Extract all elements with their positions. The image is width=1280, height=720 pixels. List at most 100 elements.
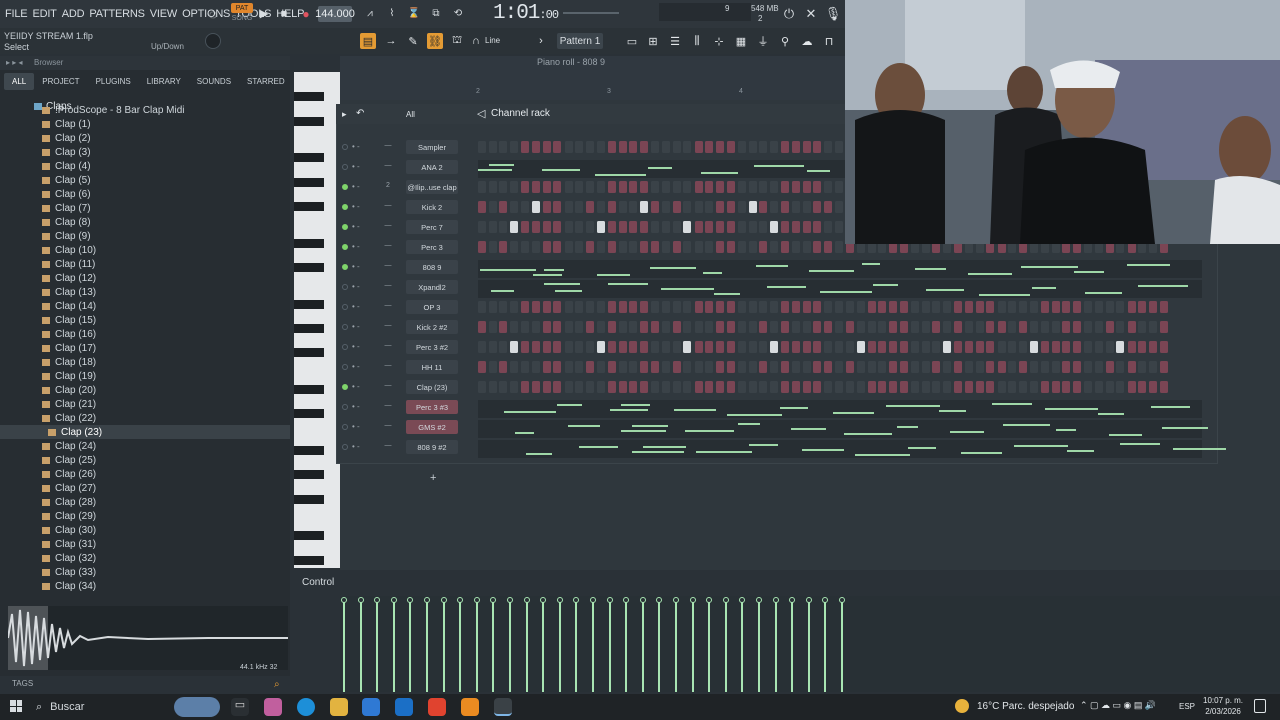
- step-button[interactable]: [586, 221, 594, 233]
- step-button[interactable]: [640, 221, 648, 233]
- step-button[interactable]: [1073, 341, 1081, 353]
- browser-item[interactable]: Clap (33): [0, 565, 290, 579]
- step-button[interactable]: [596, 221, 605, 233]
- channel-pan-vol[interactable]: • -: [352, 422, 360, 431]
- step-button[interactable]: [748, 141, 757, 153]
- channel-track-number[interactable]: —: [381, 222, 395, 232]
- step-button[interactable]: [791, 241, 800, 253]
- step-button[interactable]: [510, 321, 519, 333]
- step-button[interactable]: [813, 141, 822, 153]
- step-button[interactable]: [564, 321, 573, 333]
- step-button[interactable]: [802, 381, 811, 393]
- step-button[interactable]: [499, 181, 508, 193]
- step-button[interactable]: [651, 201, 660, 213]
- step-button[interactable]: [748, 361, 757, 373]
- piano-keyboard[interactable]: [294, 72, 340, 568]
- step-button[interactable]: [651, 341, 660, 353]
- step-button[interactable]: [542, 341, 551, 353]
- step-button[interactable]: [769, 321, 778, 333]
- step-button[interactable]: [1084, 361, 1093, 373]
- browser-item[interactable]: Clap (31): [0, 537, 290, 551]
- step-button[interactable]: [521, 381, 530, 393]
- step-button[interactable]: [965, 341, 973, 353]
- step-button[interactable]: [564, 241, 573, 253]
- step-button[interactable]: [1148, 321, 1157, 333]
- step-button[interactable]: [1084, 341, 1093, 353]
- step-button[interactable]: [596, 181, 605, 193]
- step-button[interactable]: [1105, 301, 1114, 313]
- step-button[interactable]: [499, 301, 508, 313]
- velocity-handle[interactable]: [407, 597, 414, 603]
- step-sequencer-row[interactable]: [478, 341, 1198, 353]
- step-button[interactable]: [553, 241, 562, 253]
- channel-name-button[interactable]: HH 11: [406, 360, 458, 374]
- step-button[interactable]: [1062, 361, 1071, 373]
- step-button[interactable]: [683, 361, 692, 373]
- step-button[interactable]: [1040, 381, 1049, 393]
- velocity-bar[interactable]: [841, 600, 843, 692]
- step-button[interactable]: [607, 201, 616, 213]
- step-button[interactable]: [878, 361, 887, 373]
- browser-item[interactable]: Clap (2): [0, 131, 290, 145]
- step-button[interactable]: [661, 201, 670, 213]
- piano-black-key[interactable]: [294, 116, 324, 126]
- step-button[interactable]: [726, 341, 735, 353]
- step-button[interactable]: [975, 361, 984, 373]
- step-button[interactable]: [607, 341, 616, 353]
- step-button[interactable]: [856, 341, 865, 353]
- step-button[interactable]: [1029, 321, 1038, 333]
- step-button[interactable]: [965, 381, 973, 393]
- step-button[interactable]: [618, 221, 627, 233]
- step-button[interactable]: [586, 361, 594, 373]
- step-button[interactable]: [824, 241, 833, 253]
- step-button[interactable]: [781, 381, 790, 393]
- step-button[interactable]: [672, 321, 681, 333]
- step-button[interactable]: [791, 321, 800, 333]
- step-button[interactable]: [802, 141, 811, 153]
- step-button[interactable]: [921, 301, 930, 313]
- step-button[interactable]: [889, 361, 898, 373]
- step-button[interactable]: [542, 201, 551, 213]
- velocity-handle[interactable]: [722, 597, 729, 603]
- step-button[interactable]: [759, 301, 768, 313]
- browser-item[interactable]: Clap (18): [0, 355, 290, 369]
- step-button[interactable]: [672, 201, 681, 213]
- step-button[interactable]: [911, 301, 919, 313]
- step-button[interactable]: [975, 341, 984, 353]
- step-button[interactable]: [499, 381, 508, 393]
- step-button[interactable]: [1159, 361, 1168, 373]
- browser-tab-library[interactable]: LIBRARY: [139, 73, 189, 90]
- add-channel-button[interactable]: +: [430, 472, 436, 484]
- step-button[interactable]: [651, 321, 660, 333]
- velocity-bar[interactable]: [608, 600, 611, 692]
- step-button[interactable]: [499, 361, 508, 373]
- step-button[interactable]: [661, 301, 670, 313]
- edge-icon[interactable]: [297, 698, 315, 716]
- velocity-bar[interactable]: [724, 600, 727, 692]
- channel-mute-led[interactable]: [342, 324, 348, 330]
- step-button[interactable]: [640, 341, 648, 353]
- step-button[interactable]: [1094, 321, 1103, 333]
- step-button[interactable]: [856, 321, 865, 333]
- step-button[interactable]: [802, 181, 811, 193]
- channel-mute-led[interactable]: [342, 244, 348, 250]
- pattern-arrow-icon[interactable]: ›: [533, 33, 549, 49]
- browser-item[interactable]: Clap (29): [0, 509, 290, 523]
- velocity-handle[interactable]: [590, 597, 596, 603]
- step-button[interactable]: [521, 141, 530, 153]
- step-button[interactable]: [1019, 341, 1027, 353]
- step-button[interactable]: [478, 361, 486, 373]
- step-button[interactable]: [748, 381, 757, 393]
- browser-tab-starred[interactable]: STARRED: [239, 73, 293, 90]
- step-button[interactable]: [921, 381, 930, 393]
- browser-item[interactable]: Clap (23): [0, 425, 290, 439]
- channel-track-number[interactable]: —: [381, 162, 395, 172]
- step-button[interactable]: [965, 321, 973, 333]
- step-button[interactable]: [542, 321, 551, 333]
- step-button[interactable]: [737, 241, 746, 253]
- browser-item[interactable]: Clap (12): [0, 271, 290, 285]
- step-button[interactable]: [932, 361, 941, 373]
- piano-black-key[interactable]: [294, 92, 324, 102]
- step-button[interactable]: [835, 301, 844, 313]
- step-button[interactable]: [921, 361, 930, 373]
